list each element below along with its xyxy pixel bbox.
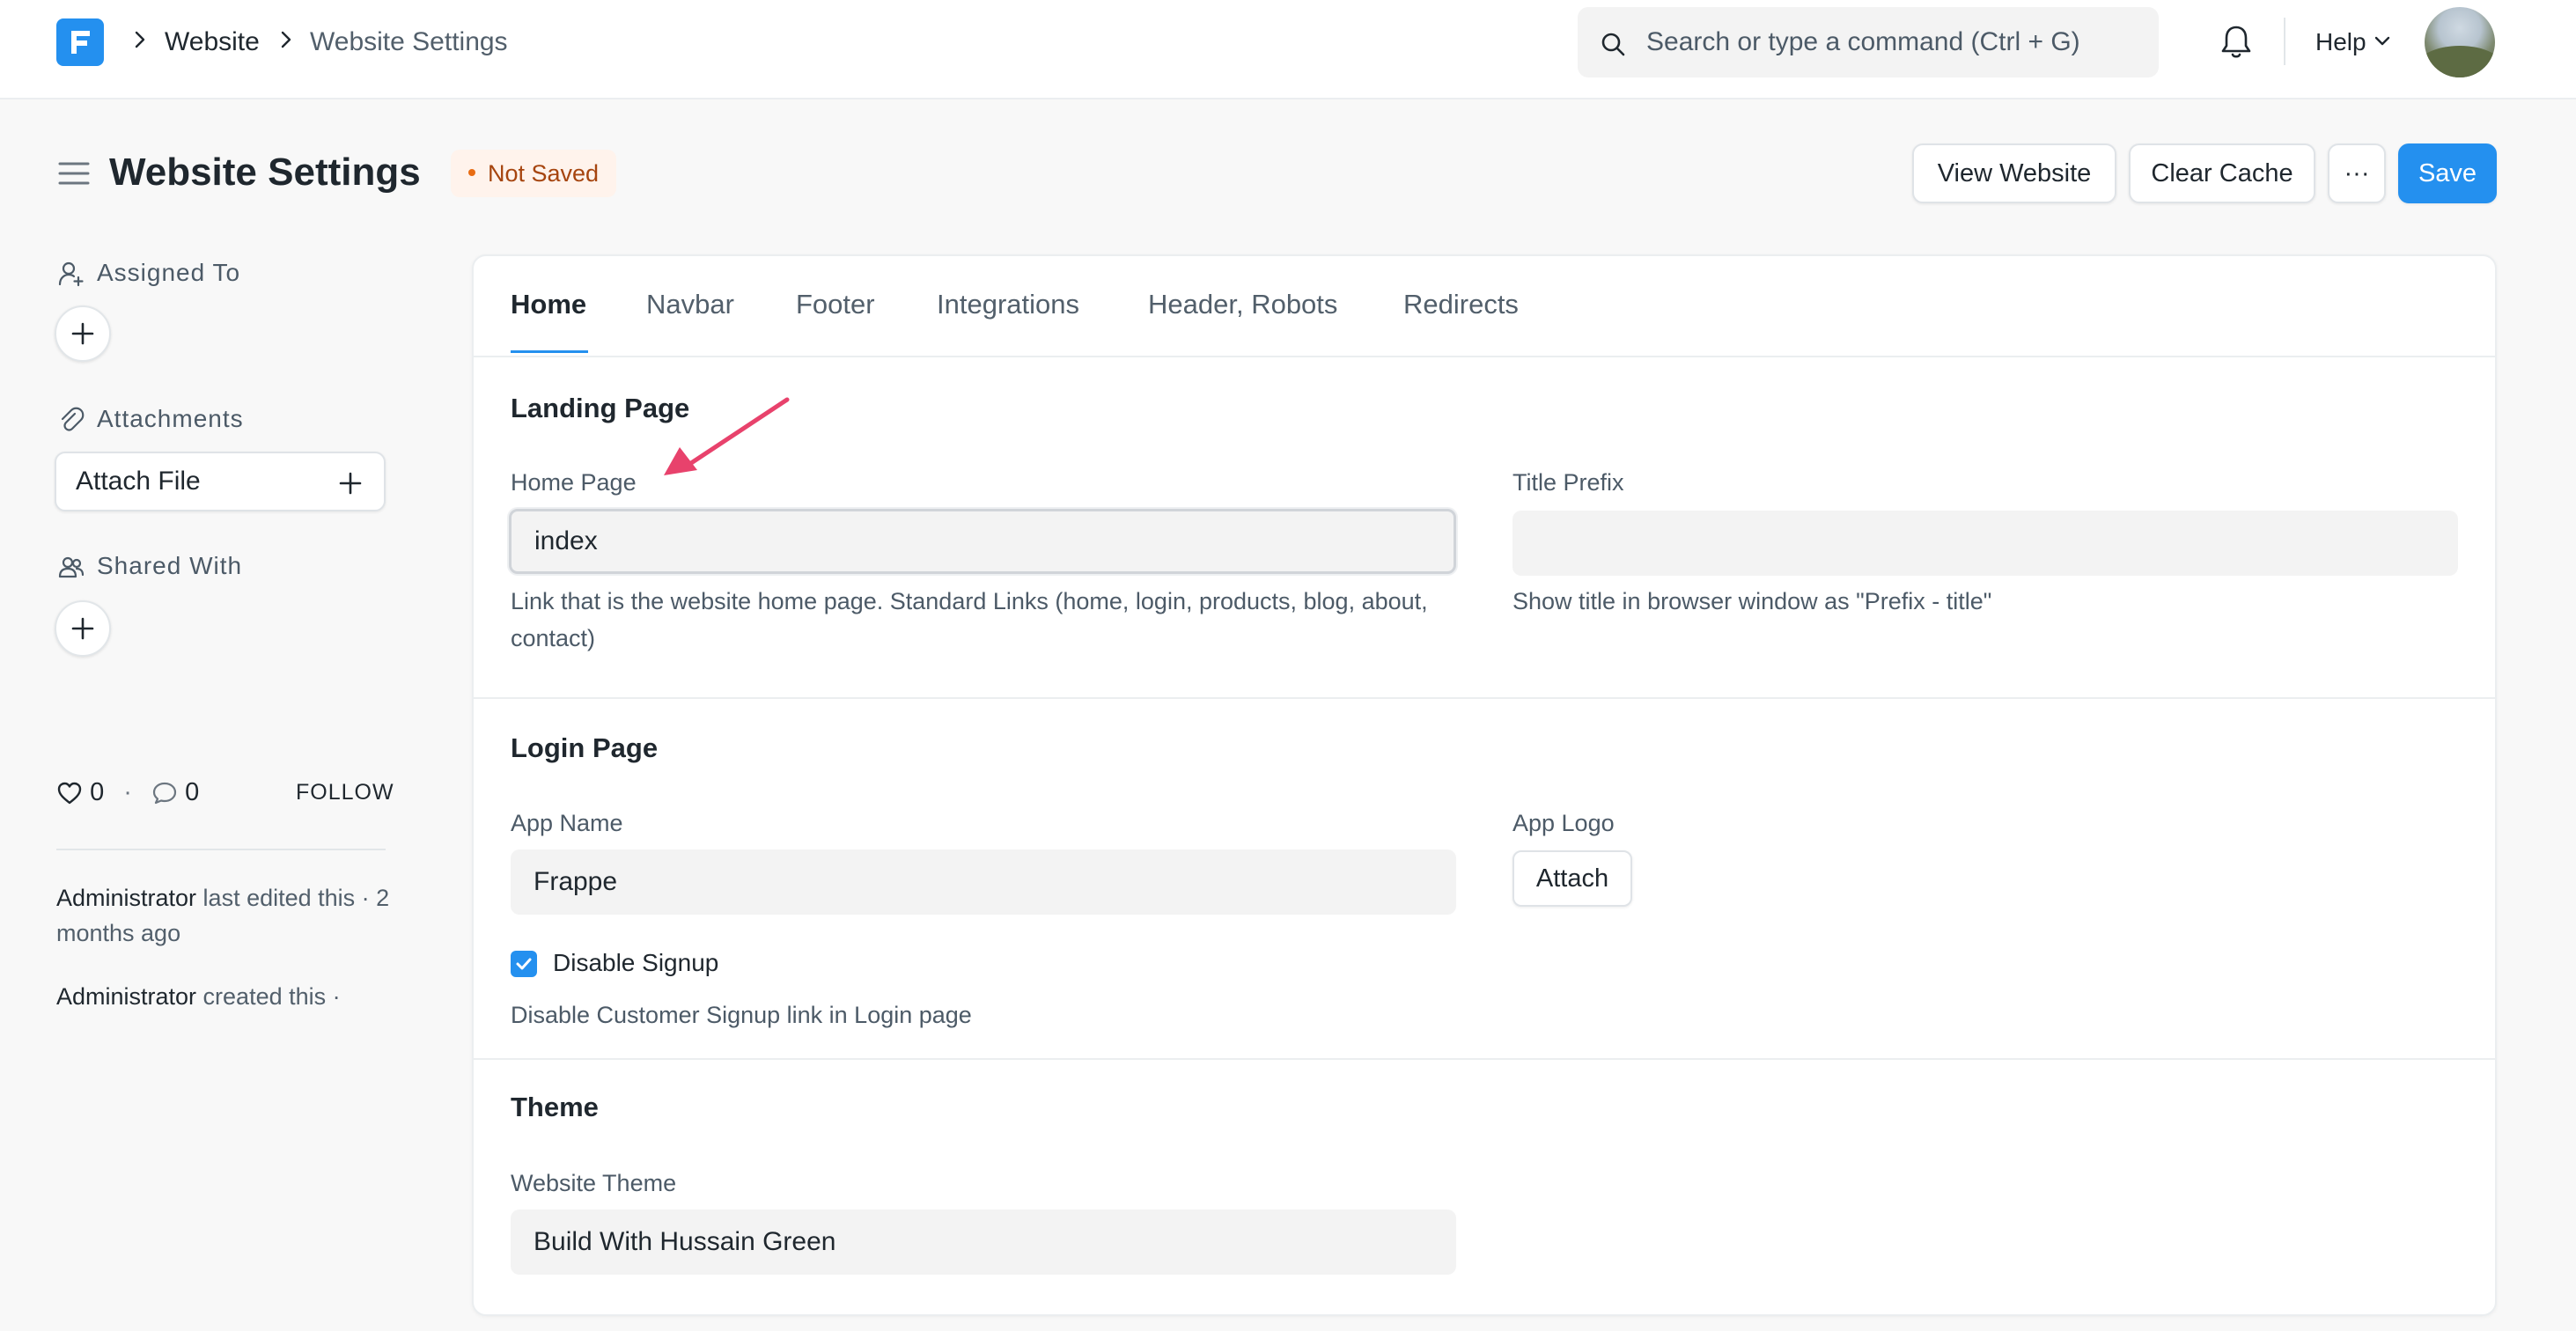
frappe-logo-icon[interactable]: [56, 18, 104, 66]
disable-signup-label[interactable]: Disable Signup: [553, 945, 718, 981]
section-divider: [474, 1058, 2495, 1060]
home-page-label: Home Page: [511, 469, 637, 496]
view-website-button[interactable]: View Website: [1912, 143, 2116, 203]
disable-signup-checkbox[interactable]: [511, 951, 537, 977]
tabs-divider: [474, 356, 2495, 357]
user-avatar[interactable]: [2425, 7, 2495, 77]
page-title: Website Settings: [109, 151, 421, 194]
search-icon: [1601, 33, 1625, 56]
tab-header-robots[interactable]: Header, Robots: [1148, 285, 1337, 324]
chevron-down-icon[interactable]: [2374, 35, 2391, 48]
tab-redirects[interactable]: Redirects: [1403, 285, 1519, 324]
status-dot-icon: [468, 168, 475, 176]
likes-comments: 0 · 0: [56, 775, 199, 810]
help-dropdown[interactable]: Help: [2315, 25, 2366, 60]
title-prefix-input[interactable]: [1512, 511, 2458, 576]
app-name-input[interactable]: [511, 849, 1456, 915]
tab-integrations[interactable]: Integrations: [937, 285, 1079, 324]
home-page-description: Link that is the website home page. Stan…: [511, 588, 1428, 651]
title-prefix-label: Title Prefix: [1512, 469, 1624, 496]
tab-home[interactable]: Home: [511, 285, 586, 324]
activity-item: Administrator created this ·: [56, 983, 341, 1010]
tab-footer[interactable]: Footer: [796, 285, 875, 324]
attach-file-label: Attach File: [76, 467, 201, 496]
awesomebar-search[interactable]: [1578, 7, 2159, 77]
plus-icon: [71, 617, 94, 640]
status-text: Not Saved: [488, 160, 600, 187]
plus-icon: [339, 472, 362, 495]
assign-user-icon: [58, 261, 84, 287]
not-saved-badge: Not Saved: [451, 150, 617, 197]
notification-bell-icon[interactable]: [2219, 23, 2254, 62]
annotation-arrow-icon: [664, 397, 790, 475]
breadcrumb-website-settings[interactable]: Website Settings: [310, 25, 508, 60]
website-theme-label: Website Theme: [511, 1170, 677, 1196]
clear-cache-button[interactable]: Clear Cache: [2129, 143, 2315, 203]
comments-count: 0: [185, 778, 200, 806]
app-name-label: App Name: [511, 810, 623, 836]
add-assignment-button[interactable]: [55, 305, 111, 362]
activity-user[interactable]: Administrator: [56, 885, 196, 911]
home-page-input[interactable]: [509, 509, 1456, 574]
users-icon: [58, 556, 85, 578]
section-divider: [474, 697, 2495, 699]
search-input[interactable]: [1646, 7, 2139, 77]
follow-button[interactable]: FOLLOW: [296, 775, 394, 810]
navbar-divider: [2284, 18, 2285, 65]
tab-navbar[interactable]: Navbar: [646, 285, 734, 324]
chevron-right-icon: [135, 31, 145, 48]
disable-signup-description: Disable Customer Signup link in Login pa…: [511, 1002, 972, 1028]
attach-file-button[interactable]: Attach File: [55, 452, 386, 511]
plus-icon: [71, 322, 94, 345]
chevron-right-icon: [281, 31, 291, 48]
activity-item: Administrator last edited this · 2 month…: [56, 885, 390, 946]
add-share-button[interactable]: [55, 600, 111, 657]
activity-user[interactable]: Administrator: [56, 983, 196, 1010]
paperclip-icon: [61, 407, 85, 431]
heart-icon[interactable]: [56, 781, 83, 805]
likes-count: 0: [90, 778, 105, 806]
section-title-theme: Theme: [511, 1092, 599, 1122]
breadcrumb-website[interactable]: Website: [165, 25, 260, 60]
website-theme-input[interactable]: [511, 1210, 1456, 1275]
checkmark-icon: [516, 958, 532, 970]
section-title-login-page: Login Page: [511, 732, 659, 763]
save-button[interactable]: Save: [2398, 143, 2497, 203]
title-prefix-description: Show title in browser window as "Prefix …: [1512, 588, 1992, 614]
app-logo-label: App Logo: [1512, 810, 1615, 836]
active-tab-indicator: [511, 350, 588, 353]
top-navbar: Website Website Settings Help: [0, 0, 2576, 99]
sidebar-toggle-icon[interactable]: [58, 160, 90, 187]
app-logo-attach-button[interactable]: Attach: [1512, 850, 1632, 907]
sidebar-divider: [56, 849, 386, 850]
more-actions-button[interactable]: ···: [2328, 143, 2386, 203]
comment-icon[interactable]: [151, 781, 178, 805]
